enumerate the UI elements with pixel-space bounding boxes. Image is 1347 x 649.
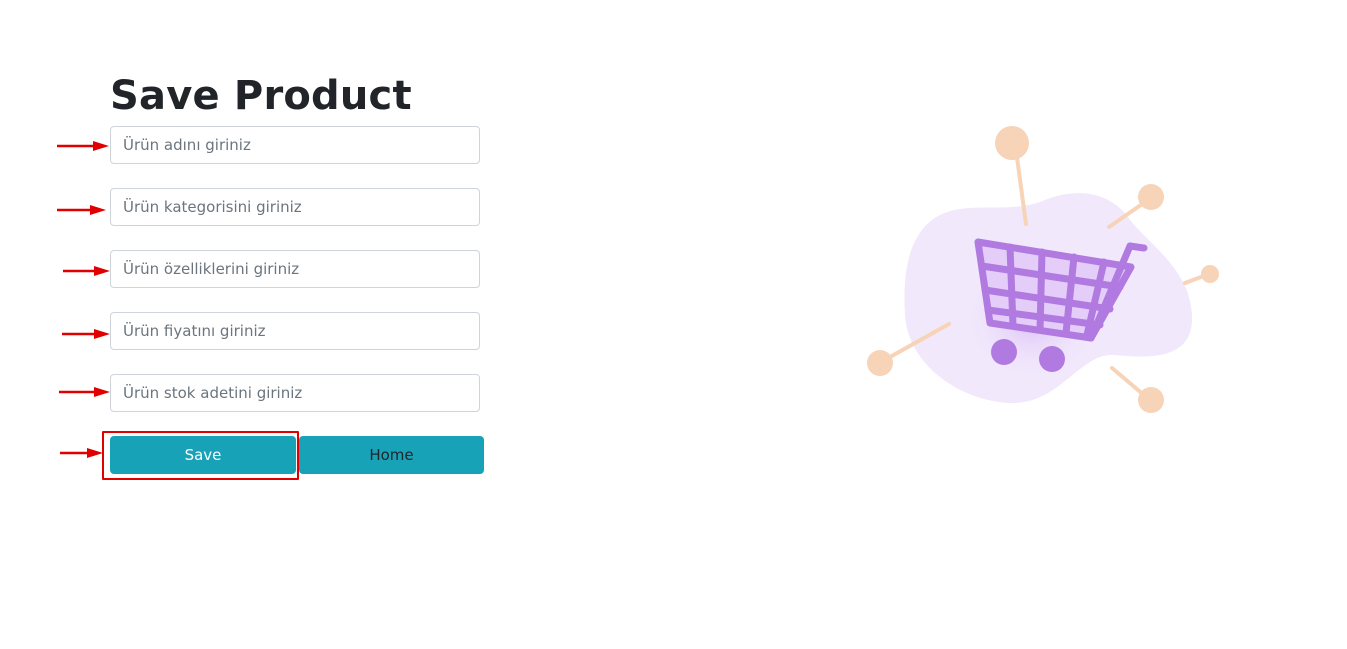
red-arrow-icon: [60, 448, 103, 458]
product-features-input[interactable]: [110, 250, 480, 288]
red-arrow-icon: [59, 387, 110, 397]
product-price-input[interactable]: [110, 312, 480, 350]
red-arrow-icon: [57, 205, 106, 215]
save-product-page: Save Product Save Home: [0, 0, 1347, 649]
page-title: Save Product: [110, 73, 412, 119]
product-stock-input[interactable]: [110, 374, 480, 412]
node-circle: [1201, 265, 1219, 283]
red-arrow-icon: [57, 141, 109, 151]
node-circle: [995, 126, 1029, 160]
shopping-cart-illustration: [867, 126, 1219, 413]
home-button[interactable]: Home: [299, 436, 484, 474]
node-circle: [1138, 387, 1164, 413]
node-circle: [867, 350, 893, 376]
product-category-input[interactable]: [110, 188, 480, 226]
red-arrow-icon: [62, 329, 110, 339]
red-arrow-icon: [63, 266, 110, 276]
cart-wheel: [991, 339, 1017, 365]
save-button[interactable]: Save: [110, 436, 296, 474]
node-circle: [1138, 184, 1164, 210]
product-name-input[interactable]: [110, 126, 480, 164]
cart-wheel: [1039, 346, 1065, 372]
